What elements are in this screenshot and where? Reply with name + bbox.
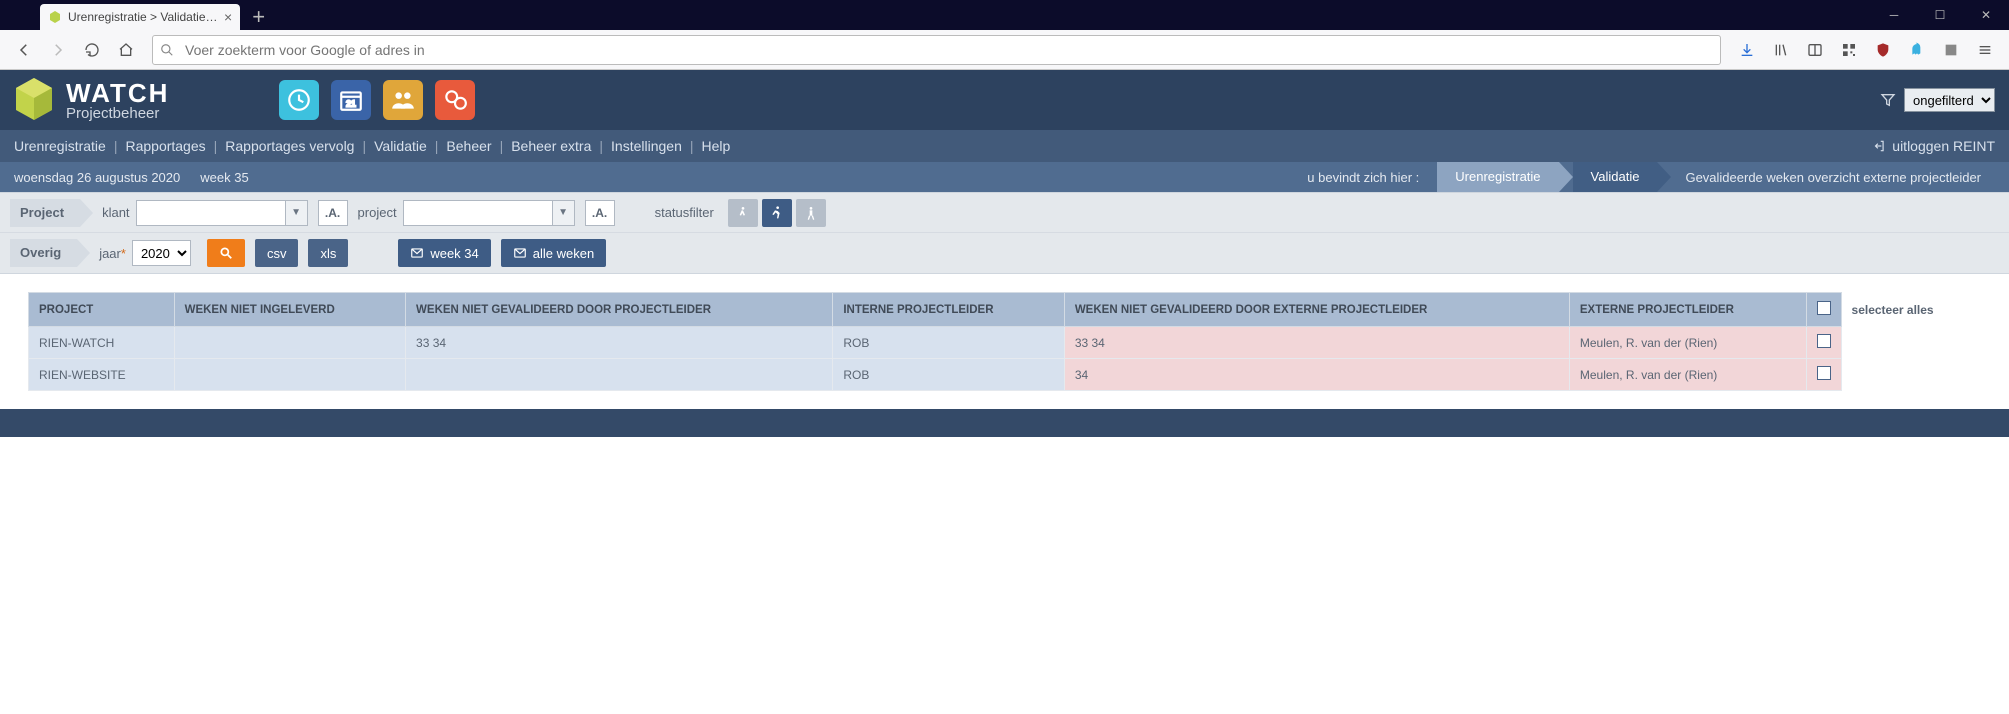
address-input[interactable]	[152, 35, 1721, 65]
cell-niet-ingeleverd	[174, 327, 405, 359]
project-label: project	[358, 205, 397, 220]
filter-tag-overig: Overig	[10, 239, 77, 267]
cell-extern: Meulen, R. van der (Rien)	[1569, 359, 1806, 391]
col-project[interactable]: PROJECT	[29, 293, 175, 327]
close-tab-icon[interactable]: ×	[224, 9, 232, 25]
qr-icon[interactable]	[1835, 36, 1863, 64]
svg-text:21: 21	[347, 99, 357, 109]
col-niet-ingeleverd[interactable]: WEKEN NIET INGELEVERD	[174, 293, 405, 327]
filter-icon[interactable]	[1880, 92, 1896, 108]
jaar-select[interactable]: 2020	[132, 240, 191, 266]
statusfilter-walk-icon[interactable]	[728, 199, 758, 227]
logo-subtitle: Projectbeheer	[66, 106, 169, 121]
nav-forward-button[interactable]	[44, 36, 72, 64]
new-tab-button[interactable]: +	[240, 4, 277, 30]
favicon-icon	[48, 10, 62, 24]
logo-title: WATCH	[66, 80, 169, 106]
row-checkbox[interactable]	[1817, 366, 1831, 380]
context-week: week 35	[200, 170, 248, 185]
select-all-label-cell: selecteer alles	[1841, 293, 1980, 327]
cell-niet-gevalideerd-ext: 33 34	[1064, 327, 1569, 359]
reader-icon[interactable]	[1801, 36, 1829, 64]
col-select-all	[1806, 293, 1841, 327]
cell-niet-gevalideerd-pl: 33 34	[406, 327, 833, 359]
klant-input[interactable]	[136, 200, 286, 226]
project-dropdown-button[interactable]: ▼	[553, 200, 575, 226]
nav-validatie[interactable]: Validatie	[374, 138, 427, 154]
window-maximize-button[interactable]: ☐	[1917, 0, 1963, 30]
col-intern[interactable]: INTERNE PROJECTLEIDER	[833, 293, 1064, 327]
app-logo[interactable]: WATCH Projectbeheer	[8, 74, 169, 126]
ublock-icon[interactable]	[1869, 36, 1897, 64]
nav-beheer-extra[interactable]: Beheer extra	[511, 138, 591, 154]
cell-niet-gevalideerd-pl	[406, 359, 833, 391]
statusfilter-run-icon[interactable]	[762, 199, 792, 227]
calendar-icon[interactable]: 21	[331, 80, 371, 120]
breadcrumb-lead: u bevindt zich hier :	[1307, 170, 1419, 185]
cell-project: RIEN-WEBSITE	[29, 359, 175, 391]
cell-intern: ROB	[833, 327, 1064, 359]
nav-home-button[interactable]	[112, 36, 140, 64]
klant-dropdown-button[interactable]: ▼	[286, 200, 308, 226]
klant-lookup-button[interactable]: .A.	[318, 200, 348, 226]
cell-extern: Meulen, R. van der (Rien)	[1569, 327, 1806, 359]
week-button[interactable]: week 34	[398, 239, 490, 267]
col-extern[interactable]: EXTERNE PROJECTLEIDER	[1569, 293, 1806, 327]
csv-button[interactable]: csv	[255, 239, 299, 267]
browser-tab[interactable]: Urenregistratie > Validatie > Ge ×	[40, 4, 240, 30]
nav-back-button[interactable]	[10, 36, 38, 64]
project-lookup-button[interactable]: .A.	[585, 200, 615, 226]
cell-niet-ingeleverd	[174, 359, 405, 391]
filter-select[interactable]: ongefilterd	[1904, 88, 1995, 112]
library-icon[interactable]	[1767, 36, 1795, 64]
statusfilter-stand-icon[interactable]	[796, 199, 826, 227]
select-all-checkbox[interactable]	[1817, 301, 1831, 315]
logout-label: uitloggen REINT	[1892, 138, 1995, 154]
alle-weken-button[interactable]: alle weken	[501, 239, 606, 267]
jaar-label: jaar*	[99, 246, 126, 261]
nav-rapportages[interactable]: Rapportages	[125, 138, 205, 154]
clock-icon[interactable]	[279, 80, 319, 120]
logo-cube-icon	[8, 74, 60, 126]
logout-button[interactable]: uitloggen REINT	[1872, 138, 1995, 154]
filter-tag-project: Project	[10, 199, 80, 227]
xls-button[interactable]: xls	[308, 239, 348, 267]
nav-urenregistratie[interactable]: Urenregistratie	[14, 138, 106, 154]
ghost-icon[interactable]	[1903, 36, 1931, 64]
breadcrumb-validatie[interactable]: Validatie	[1573, 162, 1658, 192]
cell-intern: ROB	[833, 359, 1064, 391]
nav-help[interactable]: Help	[702, 138, 731, 154]
table-row[interactable]: RIEN-WATCH 33 34 ROB 33 34 Meulen, R. va…	[29, 327, 1981, 359]
statusfilter-label: statusfilter	[655, 205, 714, 220]
context-date: woensdag 26 augustus 2020	[14, 170, 180, 185]
results-table: PROJECT WEKEN NIET INGELEVERD WEKEN NIET…	[28, 292, 1981, 391]
row-checkbox[interactable]	[1817, 334, 1831, 348]
breadcrumb-current: Gevalideerde weken overzicht externe pro…	[1671, 170, 1995, 185]
nav-beheer[interactable]: Beheer	[446, 138, 491, 154]
nav-reload-button[interactable]	[78, 36, 106, 64]
tab-title: Urenregistratie > Validatie > Ge	[68, 10, 218, 24]
klant-label: klant	[102, 205, 129, 220]
project-input[interactable]	[403, 200, 553, 226]
search-button[interactable]	[207, 239, 245, 267]
window-minimize-button[interactable]: ─	[1871, 0, 1917, 30]
extension-icon[interactable]	[1937, 36, 1965, 64]
nav-rapportages-vervolg[interactable]: Rapportages vervolg	[225, 138, 354, 154]
status-bar	[0, 409, 2009, 437]
people-icon[interactable]	[383, 80, 423, 120]
col-niet-gevalideerd-pl[interactable]: WEKEN NIET GEVALIDEERD DOOR PROJECTLEIDE…	[406, 293, 833, 327]
menu-icon[interactable]	[1971, 36, 1999, 64]
chat-icon[interactable]	[435, 80, 475, 120]
download-icon[interactable]	[1733, 36, 1761, 64]
nav-instellingen[interactable]: Instellingen	[611, 138, 682, 154]
table-row[interactable]: RIEN-WEBSITE ROB 34 Meulen, R. van der (…	[29, 359, 1981, 391]
cell-niet-gevalideerd-ext: 34	[1064, 359, 1569, 391]
cell-project: RIEN-WATCH	[29, 327, 175, 359]
breadcrumb-urenregistratie[interactable]: Urenregistratie	[1437, 162, 1558, 192]
col-niet-gevalideerd-ext[interactable]: WEKEN NIET GEVALIDEERD DOOR EXTERNE PROJ…	[1064, 293, 1569, 327]
window-close-button[interactable]: ✕	[1963, 0, 2009, 30]
search-icon	[160, 43, 174, 57]
